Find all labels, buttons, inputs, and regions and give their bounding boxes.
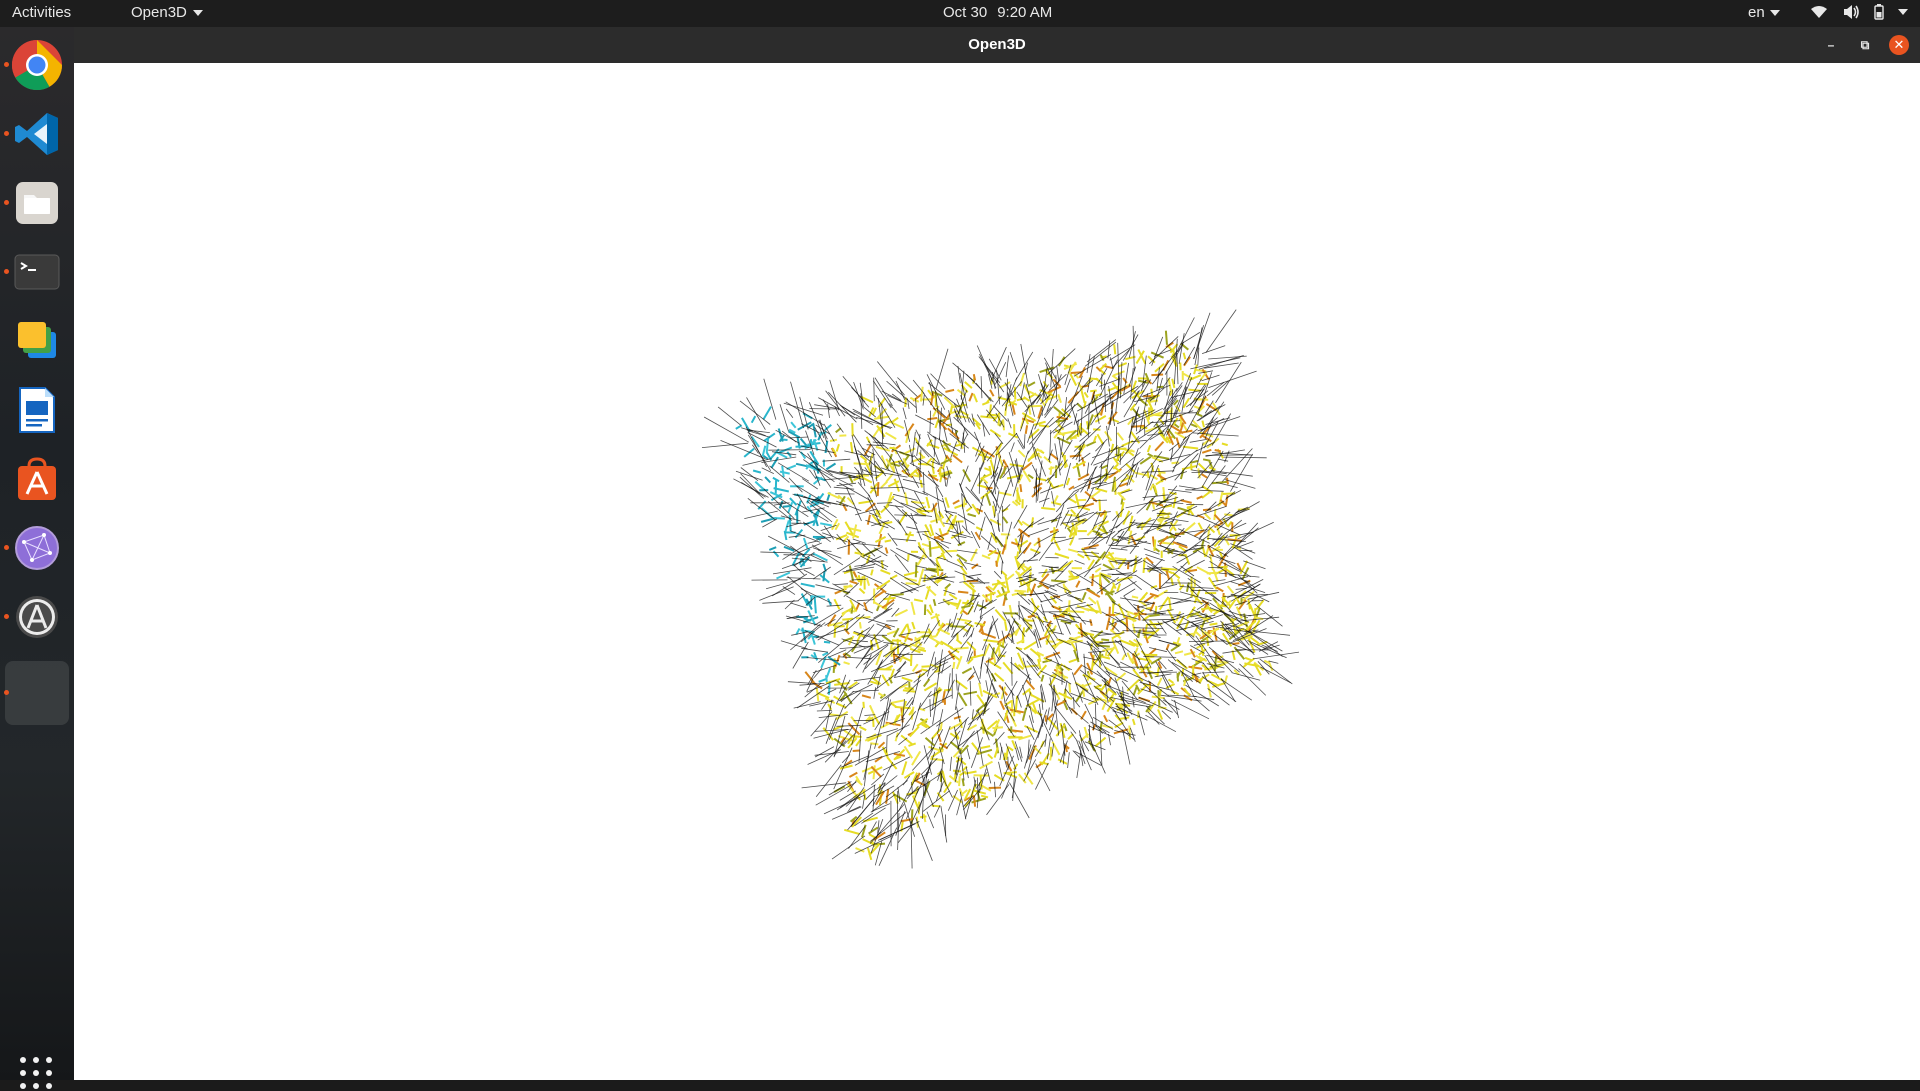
dock-item-writer[interactable] bbox=[5, 378, 69, 442]
dock-item-chrome[interactable] bbox=[5, 33, 69, 97]
open3d-window: Open3D – ⧉ ✕ bbox=[74, 27, 1920, 1080]
volume-icon bbox=[1842, 4, 1860, 20]
window-titlebar[interactable]: Open3D – ⧉ ✕ bbox=[74, 27, 1920, 63]
network-icon bbox=[14, 525, 60, 571]
show-applications-button[interactable] bbox=[18, 1055, 54, 1091]
vscode-icon bbox=[14, 111, 60, 157]
normal-lines bbox=[702, 310, 1299, 869]
dock-item-software[interactable] bbox=[5, 447, 69, 511]
running-indicator bbox=[4, 131, 9, 136]
dock-item-open3d[interactable] bbox=[5, 661, 69, 725]
dock-item-files[interactable] bbox=[5, 171, 69, 235]
chevron-down-icon bbox=[1898, 9, 1908, 15]
grid-dot-icon bbox=[20, 1083, 26, 1089]
wifi-icon bbox=[1810, 4, 1828, 20]
open3d-window-icon bbox=[17, 673, 57, 713]
dock-item-network[interactable] bbox=[5, 516, 69, 580]
top-bar: Activities Open3D Oct 30 9:20 AM en bbox=[0, 0, 1920, 27]
running-indicator bbox=[4, 269, 9, 274]
clock-date: Oct 30 bbox=[943, 4, 987, 21]
running-indicator bbox=[4, 200, 9, 205]
grid-dot-icon bbox=[46, 1070, 52, 1076]
terminal-icon bbox=[14, 252, 60, 292]
files-icon bbox=[14, 180, 60, 226]
dock-item-terminal[interactable] bbox=[5, 240, 69, 304]
grid-dot-icon bbox=[20, 1070, 26, 1076]
battery-icon bbox=[1874, 4, 1884, 20]
updater-icon bbox=[14, 594, 60, 640]
minimize-button[interactable]: – bbox=[1821, 35, 1841, 55]
restore-button[interactable]: ⧉ bbox=[1855, 35, 1875, 55]
3d-viewport[interactable] bbox=[74, 63, 1920, 1080]
point-cloud-normals-render[interactable] bbox=[74, 63, 1920, 1080]
grid-dot-icon bbox=[46, 1083, 52, 1089]
clock-time: 9:20 AM bbox=[997, 4, 1052, 21]
running-indicator bbox=[4, 545, 9, 550]
software-icon bbox=[14, 456, 60, 502]
running-indicator bbox=[4, 62, 9, 67]
chrome-icon bbox=[11, 39, 63, 91]
close-button[interactable]: ✕ bbox=[1889, 35, 1909, 55]
activities-button[interactable]: Activities bbox=[12, 4, 71, 21]
running-indicator bbox=[4, 690, 9, 695]
running-indicator bbox=[4, 614, 9, 619]
system-tray[interactable] bbox=[1810, 4, 1908, 20]
language-label: en bbox=[1748, 4, 1765, 21]
grid-dot-icon bbox=[33, 1057, 39, 1063]
clock[interactable]: Oct 30 9:20 AM bbox=[943, 4, 1052, 21]
chevron-down-icon bbox=[193, 10, 203, 16]
app-menu-label: Open3D bbox=[131, 4, 187, 21]
dock-item-vscode[interactable] bbox=[5, 102, 69, 166]
language-selector[interactable]: en bbox=[1748, 4, 1780, 21]
dock-item-slides[interactable] bbox=[5, 309, 69, 373]
writer-icon bbox=[17, 386, 57, 434]
window-title: Open3D bbox=[74, 36, 1920, 53]
dock-item-updater[interactable] bbox=[5, 585, 69, 649]
grid-dot-icon bbox=[33, 1083, 39, 1089]
grid-dot-icon bbox=[46, 1057, 52, 1063]
grid-dot-icon bbox=[20, 1057, 26, 1063]
grid-dot-icon bbox=[33, 1070, 39, 1076]
slides-icon bbox=[14, 318, 60, 364]
app-menu[interactable]: Open3D bbox=[131, 4, 203, 21]
chevron-down-icon bbox=[1770, 10, 1780, 16]
dock bbox=[0, 27, 74, 1080]
